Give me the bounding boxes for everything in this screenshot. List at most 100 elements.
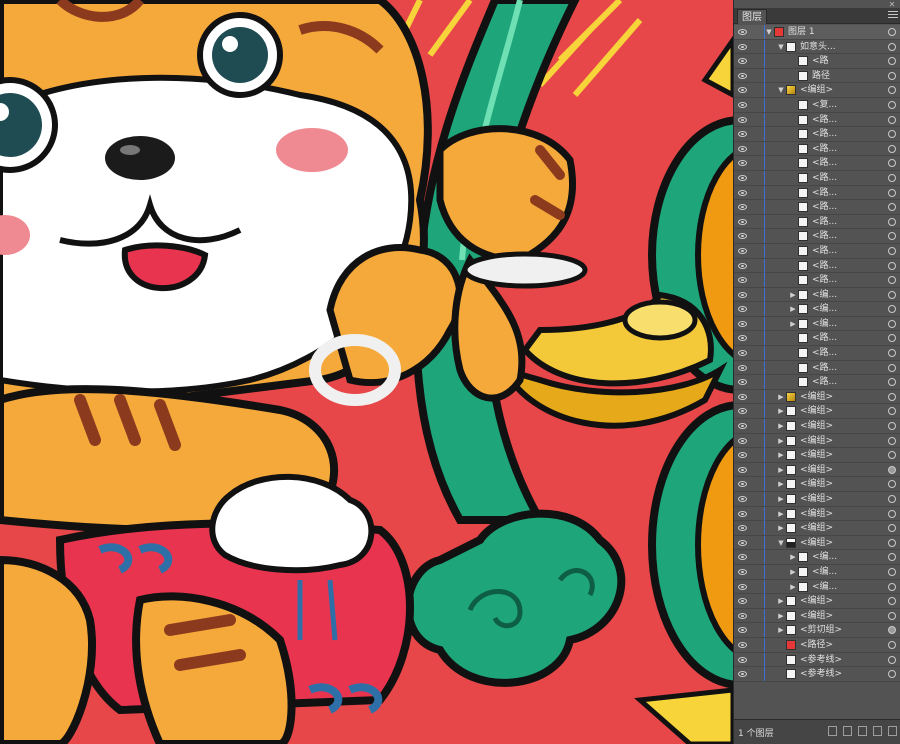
visibility-eye-icon[interactable] (738, 145, 747, 152)
layer-row[interactable]: ▼ <编组> (734, 83, 900, 98)
visibility-eye-icon[interactable] (738, 218, 747, 225)
visibility-eye-icon[interactable] (738, 583, 747, 590)
target-circle-icon[interactable] (888, 290, 896, 299)
layer-name[interactable]: <路... (812, 361, 837, 375)
visibility-eye-icon[interactable] (738, 656, 747, 663)
visibility-eye-icon[interactable] (738, 101, 747, 108)
layer-row[interactable]: ▶ <编组> (734, 419, 900, 434)
visibility-eye-icon[interactable] (738, 598, 747, 605)
visibility-eye-icon[interactable] (738, 481, 747, 488)
layer-name[interactable]: <路... (812, 127, 837, 141)
target-circle-icon[interactable] (888, 422, 896, 431)
layer-row[interactable]: <路... (734, 360, 900, 376)
layer-row[interactable]: ▼ 图层 1 (734, 25, 900, 40)
expand-arrow-icon[interactable]: ▶ (777, 623, 785, 637)
layer-row[interactable]: ▶ <编组> (734, 506, 900, 522)
expand-arrow-icon[interactable]: ▶ (789, 302, 797, 316)
target-circle-icon[interactable] (888, 100, 896, 109)
layer-name[interactable]: <路... (812, 273, 837, 287)
layer-name[interactable]: <编... (812, 580, 837, 594)
expand-arrow-icon[interactable]: ▶ (777, 404, 785, 418)
visibility-eye-icon[interactable] (738, 437, 747, 444)
target-circle-icon[interactable] (888, 378, 896, 387)
layer-row[interactable]: <路... (734, 127, 900, 142)
target-circle-icon[interactable] (888, 276, 896, 285)
visibility-eye-icon[interactable] (738, 43, 747, 50)
layer-name[interactable]: <路... (812, 186, 837, 200)
expand-arrow-icon[interactable]: ▶ (777, 609, 785, 623)
layer-row[interactable]: ▶ <编... (734, 316, 900, 332)
target-circle-icon[interactable] (888, 670, 896, 679)
visibility-eye-icon[interactable] (738, 58, 747, 65)
visibility-eye-icon[interactable] (738, 306, 747, 313)
visibility-eye-icon[interactable] (738, 452, 747, 459)
collapse-arrow-icon[interactable]: ▼ (777, 536, 785, 550)
visibility-eye-icon[interactable] (738, 262, 747, 269)
layer-list[interactable]: ▼ 图层 1 ▼ 如意头... <路 路径 ▼ <编组> <复... <路... <路... <路..… (734, 25, 900, 719)
layer-row[interactable]: <路... (734, 243, 900, 259)
layer-name[interactable]: <编... (812, 317, 837, 331)
visibility-eye-icon[interactable] (738, 29, 747, 35)
layer-row[interactable]: ▶ <编组> (734, 404, 900, 420)
visibility-eye-icon[interactable] (738, 350, 747, 357)
target-circle-icon[interactable] (888, 130, 896, 139)
expand-arrow-icon[interactable]: ▶ (777, 448, 785, 462)
visibility-eye-icon[interactable] (738, 204, 747, 211)
layer-row[interactable]: <复... (734, 97, 900, 113)
target-circle-icon[interactable] (888, 640, 896, 649)
visibility-eye-icon[interactable] (738, 379, 747, 386)
target-circle-icon[interactable] (888, 509, 896, 518)
layer-name[interactable]: <路... (812, 113, 837, 127)
layer-name[interactable]: <路... (812, 375, 837, 389)
layer-row[interactable]: ▶ <编组> (734, 492, 900, 507)
visibility-eye-icon[interactable] (738, 671, 747, 678)
layer-row[interactable]: ▶ <剪切组> (734, 623, 900, 638)
layer-name[interactable]: <编组> (800, 83, 833, 97)
visibility-eye-icon[interactable] (738, 466, 747, 473)
target-circle-icon[interactable] (888, 524, 896, 533)
visibility-eye-icon[interactable] (738, 568, 747, 575)
layer-name[interactable]: <路... (812, 215, 837, 229)
layer-name[interactable]: <编组> (800, 404, 833, 418)
artwork-canvas[interactable] (0, 0, 733, 744)
target-circle-icon[interactable] (888, 626, 896, 635)
layer-row[interactable]: <路... (734, 170, 900, 186)
expand-arrow-icon[interactable]: ▶ (789, 317, 797, 331)
layer-row[interactable]: <路... (734, 331, 900, 347)
target-circle-icon[interactable] (888, 144, 896, 153)
tab-layers[interactable]: 图层 (737, 9, 767, 24)
layer-name[interactable]: <编组> (800, 477, 833, 491)
layer-row[interactable]: ▶ <编组> (734, 521, 900, 536)
visibility-eye-icon[interactable] (738, 131, 747, 138)
layer-row[interactable]: <参考线> (734, 652, 900, 668)
target-circle-icon[interactable] (888, 538, 896, 547)
target-circle-icon[interactable] (888, 655, 896, 664)
layer-name[interactable]: <路... (812, 142, 837, 156)
expand-arrow-icon[interactable]: ▶ (777, 463, 785, 477)
visibility-eye-icon[interactable] (738, 160, 747, 167)
layer-row[interactable]: ▼ <编组> (734, 535, 900, 551)
layer-name[interactable]: <参考线> (800, 653, 842, 667)
layer-row[interactable]: <路... (734, 141, 900, 157)
layer-row[interactable]: <路... (734, 185, 900, 201)
target-circle-icon[interactable] (888, 188, 896, 197)
layer-name[interactable]: <编组> (800, 448, 833, 462)
layer-name[interactable]: <编组> (800, 507, 833, 521)
target-circle-icon[interactable] (888, 480, 896, 489)
layer-name[interactable]: <参考线> (800, 667, 842, 681)
layer-row[interactable]: <参考线> (734, 667, 900, 682)
target-circle-icon[interactable] (888, 567, 896, 576)
target-circle-icon[interactable] (888, 173, 896, 182)
layer-name[interactable]: <编组> (800, 434, 833, 448)
visibility-eye-icon[interactable] (738, 539, 747, 546)
layer-name[interactable]: <路... (812, 244, 837, 258)
layer-name[interactable]: <编组> (800, 521, 833, 535)
target-circle-icon[interactable] (888, 232, 896, 241)
target-circle-icon[interactable] (888, 597, 896, 606)
layer-name[interactable]: 如意头... (800, 40, 836, 54)
layer-name[interactable]: <路... (812, 259, 837, 273)
visibility-eye-icon[interactable] (738, 189, 747, 196)
layer-row[interactable]: <路... (734, 214, 900, 230)
layer-name[interactable]: <剪切组> (800, 623, 842, 637)
layer-name[interactable]: <编组> (800, 419, 833, 433)
